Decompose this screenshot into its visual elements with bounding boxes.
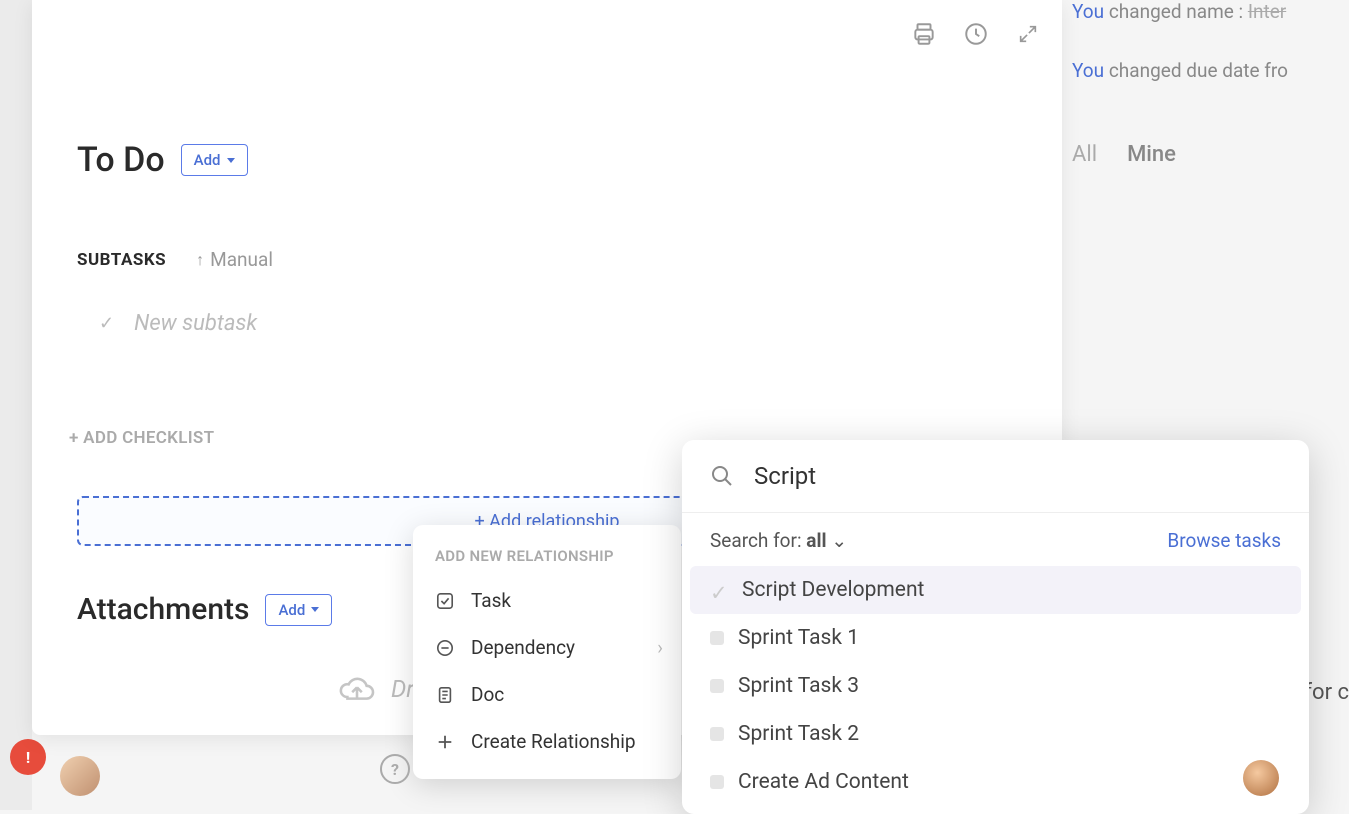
result-label: Create Ad Content	[738, 770, 909, 794]
activity-entry: You changed name : Inter	[1072, 0, 1349, 23]
search-row	[682, 440, 1309, 513]
title-row: To Do Add	[77, 140, 1062, 180]
history-icon[interactable]	[962, 20, 990, 48]
new-subtask-placeholder: New subtask	[134, 311, 257, 336]
search-scope[interactable]: Search for: all ⌄	[710, 529, 847, 552]
tab-all[interactable]: All	[1072, 142, 1097, 167]
dropdown-item-create[interactable]: Create Relationship	[413, 718, 681, 765]
arrow-up-icon: ↑	[196, 250, 204, 270]
dependency-icon	[435, 638, 455, 658]
result-label: Script Development	[742, 578, 924, 602]
dropdown-item-doc[interactable]: Doc	[413, 671, 681, 718]
activity-panel: You changed name : Inter You changed due…	[1062, 0, 1349, 167]
result-item[interactable]: Create Ad Content	[690, 758, 1301, 806]
activity-text: changed due date fro	[1104, 59, 1288, 82]
avatar[interactable]	[60, 756, 100, 796]
task-icon	[435, 591, 455, 611]
activity-struck: Inter	[1248, 0, 1286, 23]
for-c-text: for c	[1304, 680, 1349, 705]
result-list: ✓ Script Development Sprint Task 1 Sprin…	[682, 562, 1309, 814]
activity-user: You	[1072, 0, 1104, 23]
avatar[interactable]	[1243, 760, 1279, 796]
search-scope-value: all	[806, 529, 826, 552]
add-button[interactable]: Add	[181, 144, 248, 176]
result-item[interactable]: ✓ Script Development	[690, 566, 1301, 614]
chevron-down-icon	[227, 158, 235, 163]
status-square-icon	[710, 775, 724, 789]
plus-icon	[435, 732, 455, 752]
doc-icon	[435, 685, 455, 705]
browse-tasks-link[interactable]: Browse tasks	[1167, 529, 1281, 552]
dropdown-item-label: Dependency	[471, 636, 575, 659]
subtasks-header: SUBTASKS ↑ Manual	[77, 248, 1062, 271]
dropdown-header: ADD NEW RELATIONSHIP	[413, 543, 681, 577]
result-item[interactable]: Sprint Task 3	[690, 662, 1301, 710]
cloud-upload-icon	[337, 673, 377, 705]
chevron-right-icon: ›	[657, 636, 663, 659]
add-button-label: Add	[194, 151, 221, 169]
subtasks-sort[interactable]: ↑ Manual	[196, 248, 273, 271]
attachments-title: Attachments	[77, 592, 249, 627]
activity-tabs: All Mine	[1072, 142, 1349, 167]
dropzone-text: Dr	[391, 675, 414, 703]
activity-entry: You changed due date fro	[1072, 59, 1349, 82]
dropdown-item-label: Create Relationship	[471, 730, 636, 753]
subtasks-label: SUBTASKS	[77, 250, 166, 270]
new-subtask-row[interactable]: ✓ New subtask	[99, 311, 1062, 336]
search-panel: Search for: all ⌄ Browse tasks ✓ Script …	[682, 440, 1309, 814]
search-for-label: Search for:	[710, 529, 806, 552]
expand-icon[interactable]	[1014, 20, 1042, 48]
notification-badge[interactable]: !	[10, 739, 46, 775]
dropdown-item-label: Doc	[471, 683, 504, 706]
task-toolbar	[910, 20, 1042, 48]
status-square-icon	[710, 631, 724, 645]
result-label: Sprint Task 2	[738, 722, 859, 746]
check-icon: ✓	[710, 581, 728, 599]
sort-mode-label: Manual	[210, 248, 273, 271]
search-input[interactable]	[754, 462, 1281, 490]
dropdown-item-task[interactable]: Task	[413, 577, 681, 624]
dropdown-item-dependency[interactable]: Dependency ›	[413, 624, 681, 671]
activity-user: You	[1072, 59, 1104, 82]
chevron-down-icon	[311, 607, 319, 612]
status-square-icon	[710, 727, 724, 741]
attachments-add-label: Add	[278, 601, 305, 619]
result-label: Sprint Task 3	[738, 674, 859, 698]
status-square-icon	[710, 679, 724, 693]
print-icon[interactable]	[910, 20, 938, 48]
chevron-down-icon: ⌄	[831, 529, 847, 552]
help-icon[interactable]: ?	[380, 754, 410, 784]
result-item[interactable]: Sprint Task 1	[690, 614, 1301, 662]
left-rail: !	[0, 0, 32, 810]
relationship-dropdown: ADD NEW RELATIONSHIP Task Dependency › D…	[413, 525, 681, 779]
tab-mine[interactable]: Mine	[1127, 142, 1176, 167]
attachments-add-button[interactable]: Add	[265, 594, 332, 626]
search-icon	[710, 464, 734, 488]
result-item[interactable]: Sprint Task 2	[690, 710, 1301, 758]
dropdown-item-label: Task	[471, 589, 511, 612]
result-label: Sprint Task 1	[738, 626, 859, 650]
check-icon: ✓	[99, 313, 114, 334]
search-subrow: Search for: all ⌄ Browse tasks	[682, 513, 1309, 562]
activity-text: changed name :	[1104, 0, 1248, 23]
task-title: To Do	[77, 140, 165, 180]
